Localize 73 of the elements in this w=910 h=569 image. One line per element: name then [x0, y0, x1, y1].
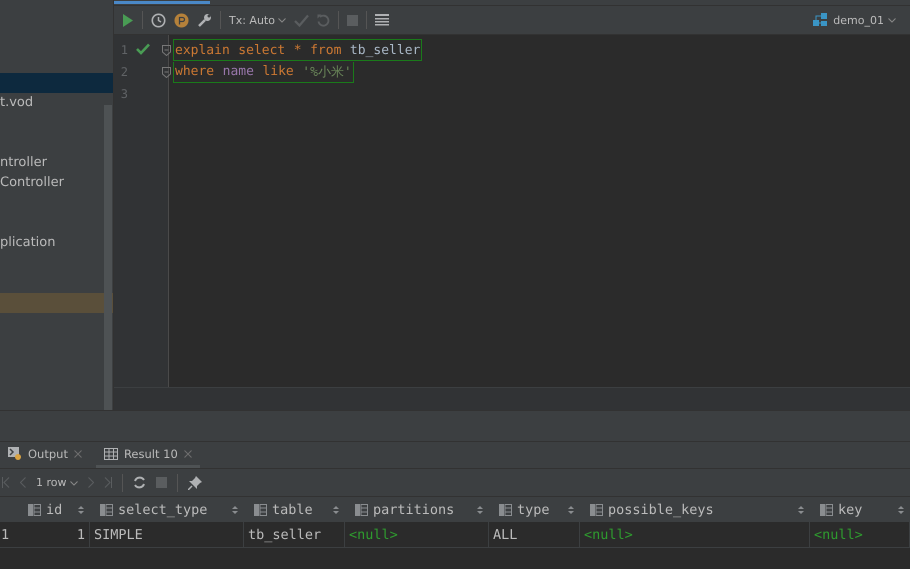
run-icon[interactable]: [122, 14, 134, 26]
checkmark-icon: [136, 43, 150, 55]
stop-icon[interactable]: [346, 14, 358, 26]
column-header[interactable]: table: [272, 502, 328, 518]
console-icon: [8, 447, 22, 460]
sort-icon[interactable]: [798, 504, 804, 514]
code-token: name: [222, 64, 254, 79]
column-header[interactable]: partitions: [373, 502, 472, 518]
sort-icon[interactable]: [477, 504, 483, 514]
stop-icon[interactable]: [156, 477, 168, 488]
last-page-icon[interactable]: [104, 477, 112, 488]
fold-icon[interactable]: [162, 45, 171, 56]
sort-icon[interactable]: [232, 504, 238, 514]
column-icon: [28, 504, 41, 516]
checkmark-icon[interactable]: [294, 14, 309, 26]
tree-item[interactable]: t.vod: [0, 93, 113, 113]
grid-icon: [104, 448, 118, 460]
row-number: 1: [1, 526, 10, 542]
chevron-icon[interactable]: [278, 18, 286, 22]
transaction-mode-dropdown[interactable]: Tx: Auto: [229, 14, 286, 26]
code-token: *: [294, 42, 302, 58]
column-icon: [499, 504, 512, 516]
code-token: '%小米': [302, 64, 352, 80]
code-token: where: [175, 64, 214, 79]
column-icon: [820, 504, 833, 516]
sort-icon[interactable]: [333, 504, 339, 514]
fold-icon[interactable]: [162, 67, 171, 78]
column-header[interactable]: id: [46, 502, 73, 518]
pin-icon[interactable]: [188, 476, 202, 490]
code-token: like: [262, 64, 294, 79]
table-cell: tb_seller: [248, 526, 322, 542]
column-header[interactable]: key: [838, 502, 893, 518]
column-header[interactable]: type: [517, 502, 563, 518]
column-header[interactable]: select_type: [118, 502, 227, 518]
sort-icon[interactable]: [78, 504, 84, 514]
column-icon: [100, 504, 113, 516]
scrollbar[interactable]: [104, 105, 112, 410]
chevron-icon[interactable]: [70, 481, 78, 486]
p-badge-icon[interactable]: [174, 12, 189, 28]
tree-item[interactable]: Controller: [0, 173, 113, 193]
chevron-icon[interactable]: [888, 18, 896, 22]
next-icon[interactable]: [88, 477, 94, 488]
wrench-icon[interactable]: [197, 12, 212, 28]
table-cell: <null>: [814, 526, 863, 542]
tree-item[interactable]: ntroller: [0, 153, 113, 173]
column-icon: [590, 504, 603, 516]
close-icon[interactable]: [184, 450, 192, 458]
first-page-icon[interactable]: [2, 477, 10, 488]
clock-icon[interactable]: [151, 12, 166, 28]
table-cell: <null>: [349, 526, 398, 542]
code-token: from: [310, 42, 342, 58]
column-header[interactable]: possible_keys: [608, 502, 793, 518]
panel-tab[interactable]: Output: [0, 442, 90, 468]
table-cell: 1: [76, 526, 85, 542]
code-token: explain: [175, 42, 230, 58]
row-count-dropdown[interactable]: 1 row: [36, 476, 78, 489]
table-cell: ALL: [493, 526, 518, 542]
datasource-selector[interactable]: demo_01: [813, 13, 896, 27]
table-cell: SIMPLE: [94, 526, 143, 542]
tree-item[interactable]: plication: [0, 233, 113, 253]
sort-icon[interactable]: [898, 504, 904, 514]
sort-icon[interactable]: [568, 504, 574, 514]
refresh-icon[interactable]: [133, 476, 146, 489]
code-token: tb_seller: [350, 42, 420, 58]
datasource-icon: [813, 13, 830, 27]
undo-icon[interactable]: [316, 14, 330, 26]
close-icon[interactable]: [74, 450, 82, 458]
column-icon: [254, 504, 267, 516]
table-icon[interactable]: [374, 14, 389, 26]
code-token: select: [238, 42, 286, 58]
column-icon: [355, 504, 368, 516]
table-cell: <null>: [584, 526, 633, 542]
previous-icon[interactable]: [20, 477, 26, 488]
